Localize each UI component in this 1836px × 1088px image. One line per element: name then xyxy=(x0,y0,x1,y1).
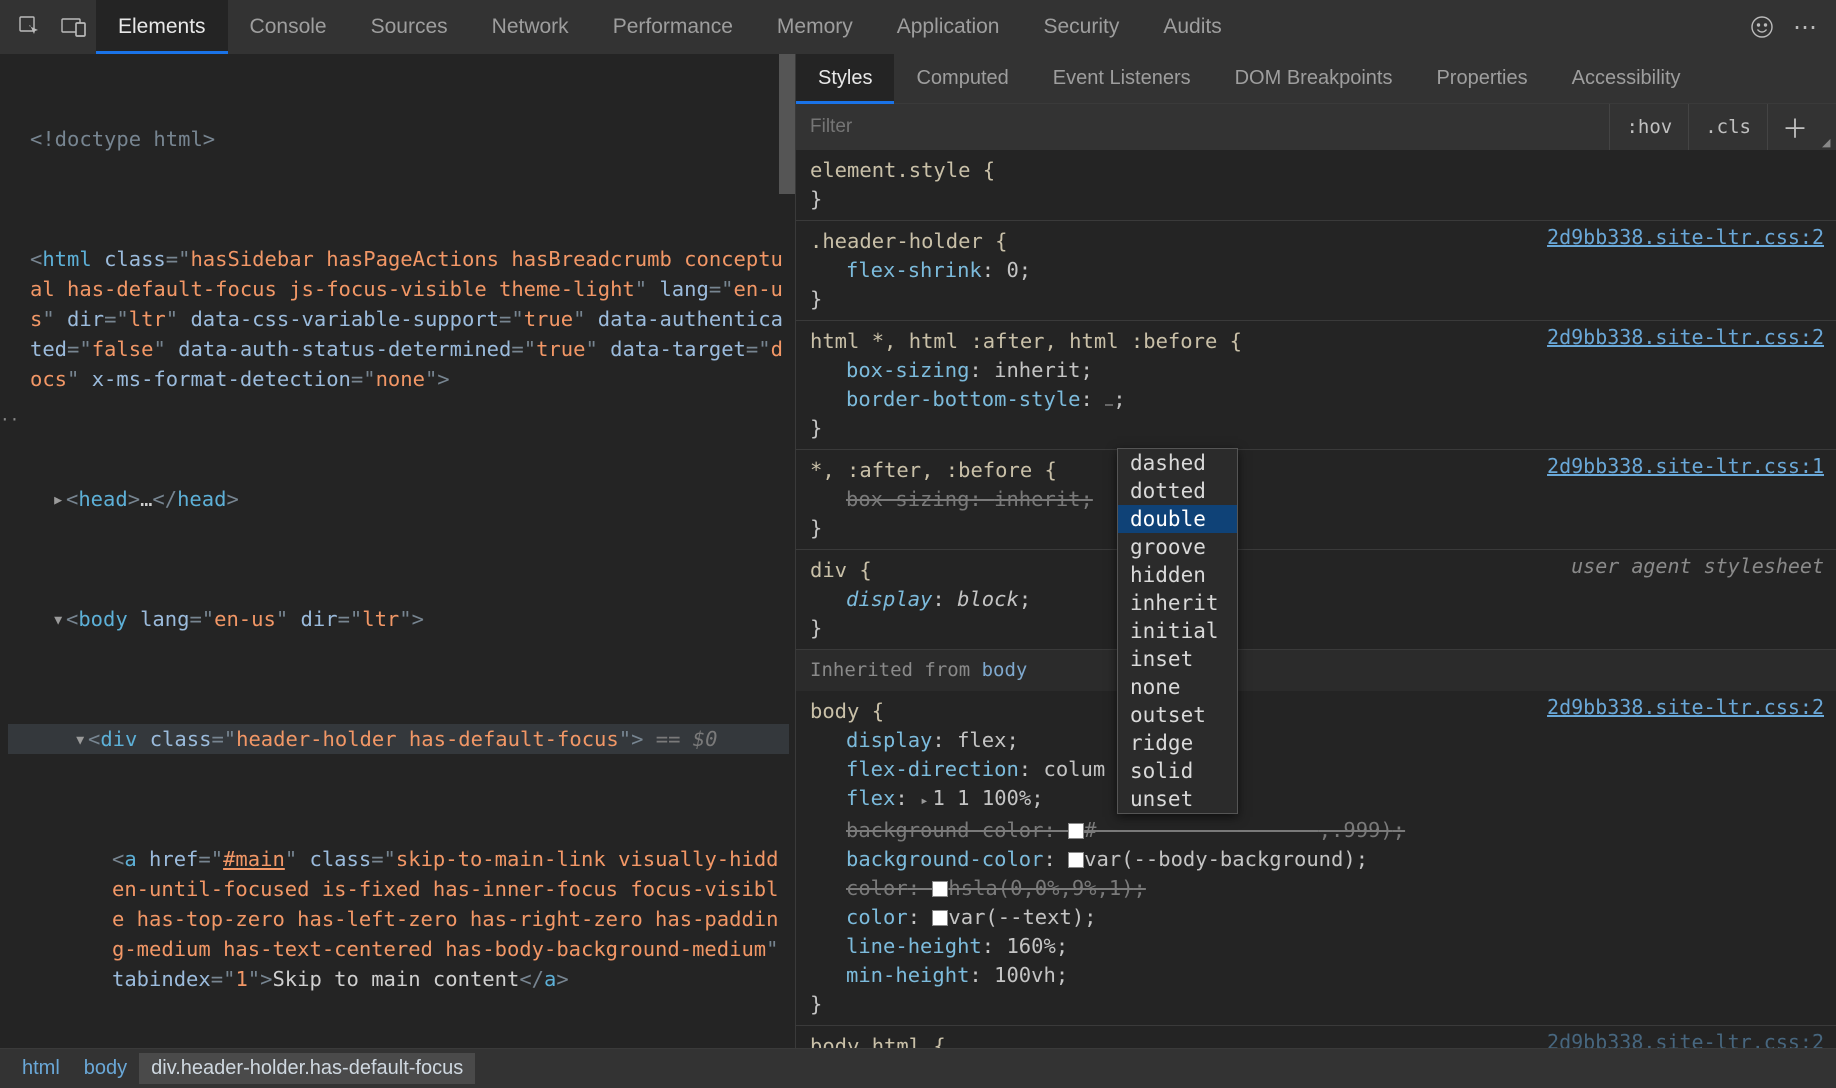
source-link[interactable]: 2d9bb338.site-ltr.css:2 xyxy=(1547,693,1824,722)
scrollbar[interactable] xyxy=(779,54,795,194)
main-tabs: Elements Console Sources Network Perform… xyxy=(96,0,1244,54)
rule-header-holder[interactable]: 2d9bb338.site-ltr.css:2 .header-holder {… xyxy=(796,221,1836,321)
ac-item[interactable]: outset xyxy=(1118,701,1237,729)
color-swatch[interactable] xyxy=(932,881,948,897)
tab-console[interactable]: Console xyxy=(228,0,349,54)
ac-item[interactable]: inset xyxy=(1118,645,1237,673)
subtab-event-listeners[interactable]: Event Listeners xyxy=(1031,54,1213,103)
inherited-from-link[interactable]: body xyxy=(982,659,1028,681)
breadcrumb: html body div.header-holder.has-default-… xyxy=(0,1048,1836,1088)
rule-html-star[interactable]: 2d9bb338.site-ltr.css:2 html *, html :af… xyxy=(796,321,1836,450)
ac-item[interactable]: dashed xyxy=(1118,449,1237,477)
ac-item[interactable]: dotted xyxy=(1118,477,1237,505)
dom-html-open[interactable]: <html class="hasSidebar hasPageActions h… xyxy=(8,244,789,394)
subtab-computed[interactable]: Computed xyxy=(894,54,1030,103)
expand-handle-icon[interactable]: ◢ xyxy=(1822,136,1836,150)
devtools-toolbar: Elements Console Sources Network Perform… xyxy=(0,0,1836,54)
feedback-smiley-icon[interactable] xyxy=(1740,0,1784,54)
css-autocomplete-popup[interactable]: dashed dotted double groove hidden inher… xyxy=(1117,448,1238,814)
dom-a-skip[interactable]: <a href="#main" class="skip-to-main-link… xyxy=(8,844,789,994)
tab-memory[interactable]: Memory xyxy=(755,0,875,54)
styles-filter-input[interactable] xyxy=(796,104,1609,150)
source-link[interactable]: 2d9bb338.site-ltr.css:1 xyxy=(1547,452,1824,481)
new-style-rule-button[interactable]: ＋ xyxy=(1767,104,1822,150)
tab-sources[interactable]: Sources xyxy=(349,0,470,54)
cls-toggle[interactable]: .cls xyxy=(1688,104,1767,150)
ac-item[interactable]: solid xyxy=(1118,757,1237,785)
tab-performance[interactable]: Performance xyxy=(591,0,755,54)
subtab-dom-breakpoints[interactable]: DOM Breakpoints xyxy=(1213,54,1415,103)
tab-elements[interactable]: Elements xyxy=(96,0,228,54)
source-link[interactable]: 2d9bb338.site-ltr.css:2 xyxy=(1547,1028,1824,1048)
color-swatch[interactable] xyxy=(1068,852,1084,868)
tab-network[interactable]: Network xyxy=(470,0,591,54)
color-swatch[interactable] xyxy=(932,910,948,926)
rule-element-style[interactable]: element.style { } xyxy=(796,150,1836,221)
color-swatch[interactable] xyxy=(1068,823,1084,839)
device-toolbar-icon[interactable] xyxy=(52,0,96,54)
ua-stylesheet-label: user agent stylesheet xyxy=(1571,552,1824,581)
styles-subtabs: Styles Computed Event Listeners DOM Brea… xyxy=(796,54,1836,104)
dom-selected-node[interactable]: <div class="header-holder has-default-fo… xyxy=(8,724,789,754)
source-link[interactable]: 2d9bb338.site-ltr.css:2 xyxy=(1547,223,1824,252)
ac-item[interactable]: none xyxy=(1118,673,1237,701)
dom-doctype: <!doctype html> xyxy=(30,127,215,151)
ac-item[interactable]: inherit xyxy=(1118,589,1237,617)
dom-body-open[interactable]: <body lang="en-us" dir="ltr"> xyxy=(8,604,789,634)
styles-panel: Styles Computed Event Listeners DOM Brea… xyxy=(796,54,1836,1048)
style-rules: element.style { } 2d9bb338.site-ltr.css:… xyxy=(796,150,1836,1048)
dom-head[interactable]: <head>…</head> xyxy=(8,484,789,514)
ac-item[interactable]: ridge xyxy=(1118,729,1237,757)
styles-filter-bar: :hov .cls ＋ ◢ xyxy=(796,104,1836,150)
tab-security[interactable]: Security xyxy=(1021,0,1141,54)
tab-audits[interactable]: Audits xyxy=(1141,0,1243,54)
inspect-element-icon[interactable] xyxy=(8,0,52,54)
rule-body[interactable]: 2d9bb338.site-ltr.css:2 body { display: … xyxy=(796,691,1836,1026)
source-link[interactable]: 2d9bb338.site-ltr.css:2 xyxy=(1547,323,1824,352)
ac-item-selected[interactable]: double xyxy=(1118,505,1237,533)
rule-body-html[interactable]: 2d9bb338.site-ltr.css:2 body html { xyxy=(796,1026,1836,1048)
tab-application[interactable]: Application xyxy=(875,0,1022,54)
css-value-editing-input[interactable] xyxy=(1105,404,1113,406)
subtab-properties[interactable]: Properties xyxy=(1414,54,1549,103)
subtab-accessibility[interactable]: Accessibility xyxy=(1550,54,1703,103)
hov-toggle[interactable]: :hov xyxy=(1609,104,1688,150)
ac-item[interactable]: hidden xyxy=(1118,561,1237,589)
gutter-ellipsis: ·· xyxy=(0,410,19,429)
rule-div-ua[interactable]: user agent stylesheet div { display: blo… xyxy=(796,550,1836,650)
ac-item[interactable]: unset xyxy=(1118,785,1237,813)
crumb-html[interactable]: html xyxy=(10,1053,72,1084)
crumb-selected[interactable]: div.header-holder.has-default-focus xyxy=(139,1053,475,1084)
ac-item[interactable]: initial xyxy=(1118,617,1237,645)
ac-item[interactable]: groove xyxy=(1118,533,1237,561)
rule-star-after-before[interactable]: 2d9bb338.site-ltr.css:1 *, :after, :befo… xyxy=(796,450,1836,550)
crumb-body[interactable]: body xyxy=(72,1053,139,1084)
elements-dom-tree[interactable]: ·· <!doctype html> <html class="hasSideb… xyxy=(0,54,796,1048)
subtab-styles[interactable]: Styles xyxy=(796,54,894,103)
inherited-from-label: Inherited from body xyxy=(796,650,1836,691)
more-options-icon[interactable]: ⋯ xyxy=(1784,0,1828,54)
